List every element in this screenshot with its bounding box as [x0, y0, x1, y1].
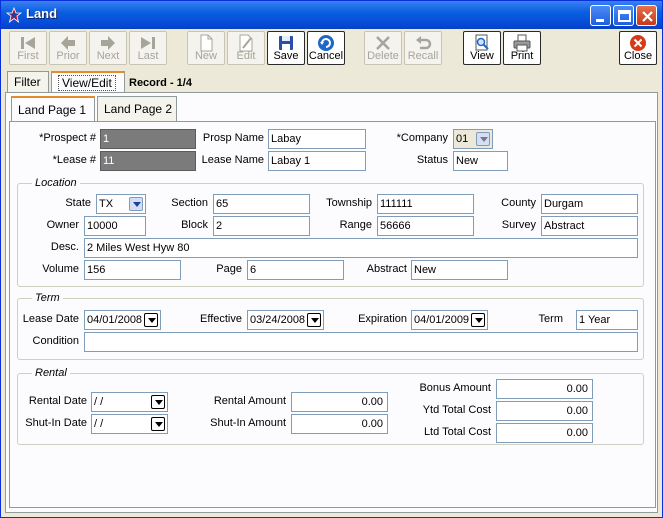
- volume-label: Volume: [42, 263, 79, 275]
- survey-label: Survey: [501, 219, 536, 231]
- company-label: *Company: [396, 132, 448, 144]
- window-close-button[interactable]: [636, 5, 657, 26]
- term-title: Term: [32, 292, 63, 304]
- rental-date-label: Rental Date: [28, 395, 87, 407]
- county-label: County: [501, 197, 536, 209]
- date-dropdown-icon[interactable]: [151, 417, 165, 431]
- ytd-total-cost-field[interactable]: 0.00: [496, 401, 593, 421]
- abstract-label: Abstract: [366, 263, 407, 275]
- date-dropdown-icon[interactable]: [144, 313, 158, 327]
- next-button[interactable]: Next: [89, 31, 127, 65]
- recall-button[interactable]: Recall: [404, 31, 442, 65]
- expiration-field[interactable]: 04/01/2009: [411, 310, 488, 330]
- survey-field[interactable]: Abstract: [541, 216, 638, 236]
- expiration-label: Expiration: [358, 313, 407, 325]
- shutin-amount-label: Shut-In Amount: [210, 417, 286, 429]
- toolbar: First Prior Next Last New Edit Save Canc…: [7, 31, 658, 67]
- state-label: State: [65, 197, 91, 209]
- tab-land-page-2[interactable]: Land Page 2: [97, 96, 177, 122]
- volume-field[interactable]: 156: [84, 260, 181, 280]
- prior-button[interactable]: Prior: [49, 31, 87, 65]
- prospect-label: *Prospect #: [39, 132, 96, 144]
- date-dropdown-icon[interactable]: [307, 313, 321, 327]
- bonus-amount-label: Bonus Amount: [419, 382, 491, 394]
- title-bar[interactable]: Land: [1, 1, 662, 29]
- range-label: Range: [339, 219, 372, 231]
- record-indicator: Record - 1/4: [129, 77, 192, 89]
- block-label: Block: [181, 219, 208, 231]
- ltd-total-cost-label: Ltd Total Cost: [423, 426, 491, 438]
- land-window: Land First Prior Next Last New Edit Save…: [0, 0, 663, 518]
- tab-land-page-1[interactable]: Land Page 1: [11, 96, 95, 124]
- tab-view-edit[interactable]: View/Edit: [51, 71, 125, 93]
- condition-label: Condition: [32, 335, 79, 347]
- lease-date-field[interactable]: 04/01/2008: [84, 310, 161, 330]
- status-label: Status: [416, 154, 448, 166]
- desc-field[interactable]: 2 Miles West Hyw 80: [84, 238, 638, 258]
- last-button[interactable]: Last: [129, 31, 167, 65]
- date-dropdown-icon[interactable]: [151, 395, 165, 409]
- prosp-name-field[interactable]: Labay: [268, 129, 366, 149]
- page-field[interactable]: 6: [247, 260, 344, 280]
- term-field[interactable]: 1 Year: [576, 310, 638, 330]
- chevron-down-icon[interactable]: [476, 132, 490, 146]
- ytd-total-cost-label: Ytd Total Cost: [422, 404, 491, 416]
- cancel-button[interactable]: Cancel: [307, 31, 345, 65]
- location-title: Location: [32, 177, 80, 189]
- prospect-field[interactable]: 1: [100, 129, 196, 149]
- desc-label: Desc.: [50, 241, 79, 253]
- effective-label: Effective: [200, 313, 242, 325]
- owner-field[interactable]: 10000: [84, 216, 146, 236]
- prosp-name-label: Prosp Name: [202, 132, 264, 144]
- new-button[interactable]: New: [187, 31, 225, 65]
- owner-label: Owner: [46, 219, 79, 231]
- shutin-date-field[interactable]: / /: [91, 414, 168, 434]
- lease-date-label: Lease Date: [22, 313, 79, 325]
- delete-button[interactable]: Delete: [364, 31, 402, 65]
- rental-amount-label: Rental Amount: [213, 395, 286, 407]
- print-button[interactable]: Print: [503, 31, 541, 65]
- shutin-amount-field[interactable]: 0.00: [291, 414, 388, 434]
- app-star-icon: [6, 7, 22, 23]
- township-field[interactable]: 111111: [377, 194, 474, 214]
- tab-filter[interactable]: Filter: [7, 71, 49, 92]
- date-dropdown-icon[interactable]: [471, 313, 485, 327]
- page-label: Page: [216, 263, 242, 275]
- status-field[interactable]: New: [453, 151, 508, 171]
- effective-field[interactable]: 03/24/2008: [247, 310, 324, 330]
- bonus-amount-field[interactable]: 0.00: [496, 379, 593, 399]
- ltd-total-cost-field[interactable]: 0.00: [496, 423, 593, 443]
- section-label: Section: [171, 197, 208, 209]
- edit-button[interactable]: Edit: [227, 31, 265, 65]
- first-button[interactable]: First: [9, 31, 47, 65]
- state-select[interactable]: TX: [96, 194, 146, 214]
- rental-amount-field[interactable]: 0.00: [291, 392, 388, 412]
- range-field[interactable]: 56666: [377, 216, 474, 236]
- maximize-button[interactable]: [613, 5, 634, 26]
- view-button[interactable]: View: [463, 31, 501, 65]
- minimize-button[interactable]: [590, 5, 611, 26]
- term-label: Term: [538, 313, 563, 325]
- save-button[interactable]: Save: [267, 31, 305, 65]
- rental-title: Rental: [32, 367, 70, 379]
- abstract-field[interactable]: New: [411, 260, 508, 280]
- lease-label: *Lease #: [52, 154, 96, 166]
- shutin-date-label: Shut-In Date: [25, 417, 87, 429]
- county-field[interactable]: Durgam: [541, 194, 638, 214]
- section-field[interactable]: 65: [213, 194, 310, 214]
- lease-name-label: Lease Name: [201, 154, 264, 166]
- condition-field[interactable]: [84, 332, 638, 352]
- block-field[interactable]: 2: [213, 216, 310, 236]
- close-button[interactable]: Close: [619, 31, 657, 65]
- rental-date-field[interactable]: / /: [91, 392, 168, 412]
- window-title: Land: [26, 6, 58, 21]
- township-label: Township: [326, 197, 372, 209]
- lease-field[interactable]: 11: [100, 151, 196, 171]
- company-select[interactable]: 01: [453, 129, 493, 149]
- lease-name-field[interactable]: Labay 1: [268, 151, 366, 171]
